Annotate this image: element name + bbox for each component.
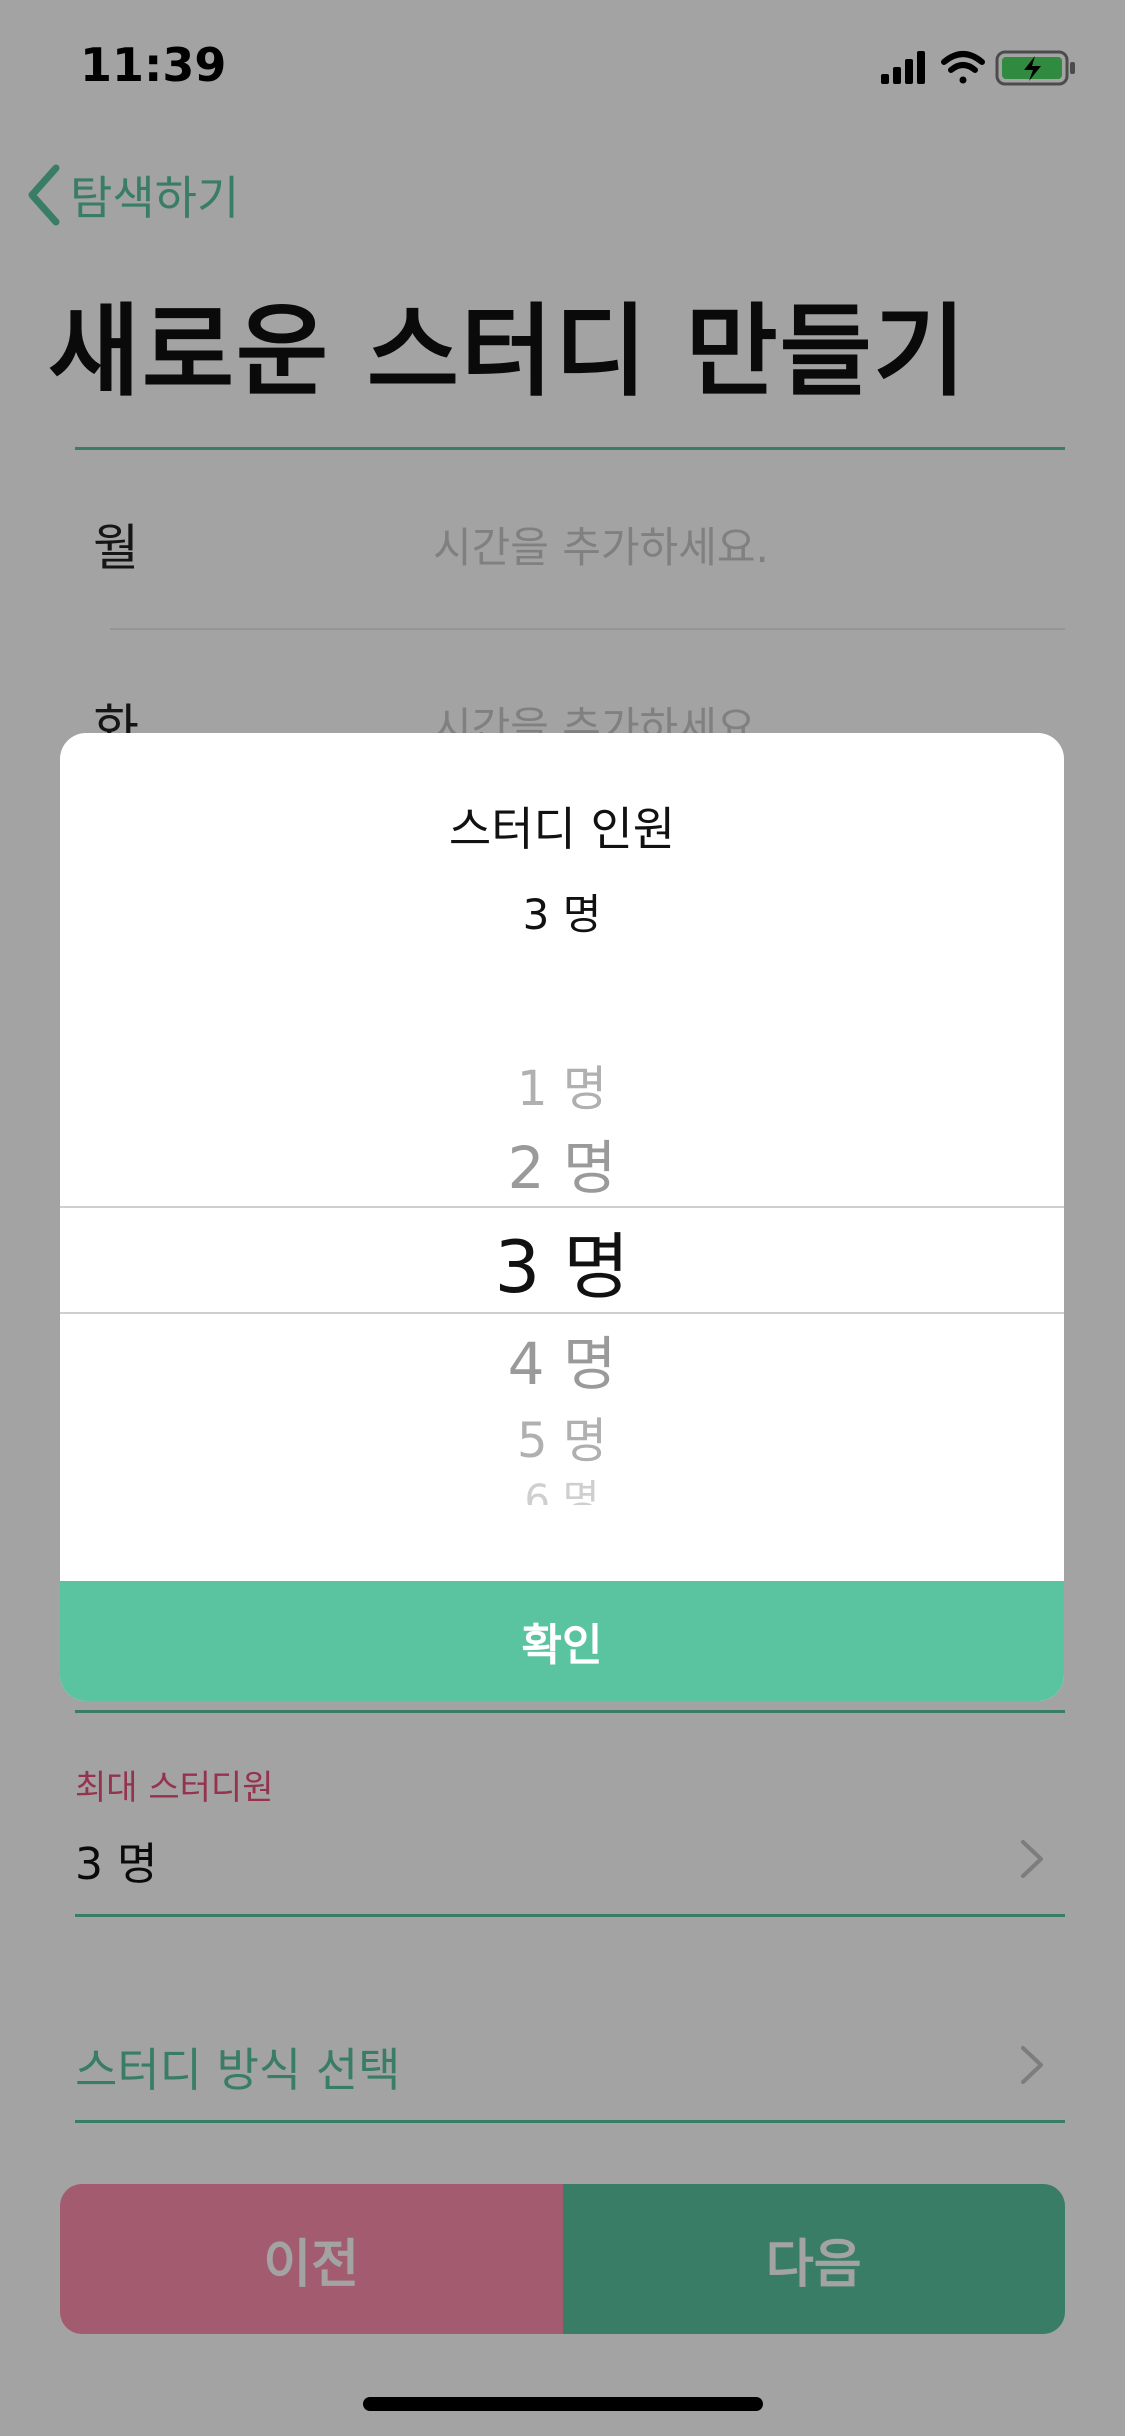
home-indicator	[363, 2397, 763, 2411]
picker-option[interactable]: 5 명	[60, 1401, 1064, 1471]
member-count-modal: 스터디 인원 3 명 1 명 2 명 3 명 4 명 5 명 6 명 확인	[60, 733, 1064, 1701]
picker-option[interactable]: 4 명	[60, 1317, 1064, 1401]
modal-selected-value: 3 명	[522, 890, 602, 939]
picker-option[interactable]: 1 명	[60, 1049, 1064, 1119]
modal-title: 스터디 인원	[448, 802, 676, 856]
confirm-button[interactable]: 확인	[60, 1581, 1064, 1701]
picker-option-selected[interactable]: 3 명	[60, 1208, 1064, 1312]
picker-option[interactable]: 6 명	[60, 1467, 1064, 1505]
picker-option[interactable]: 2 명	[60, 1121, 1064, 1205]
picker-selection-band: 3 명	[60, 1206, 1064, 1314]
